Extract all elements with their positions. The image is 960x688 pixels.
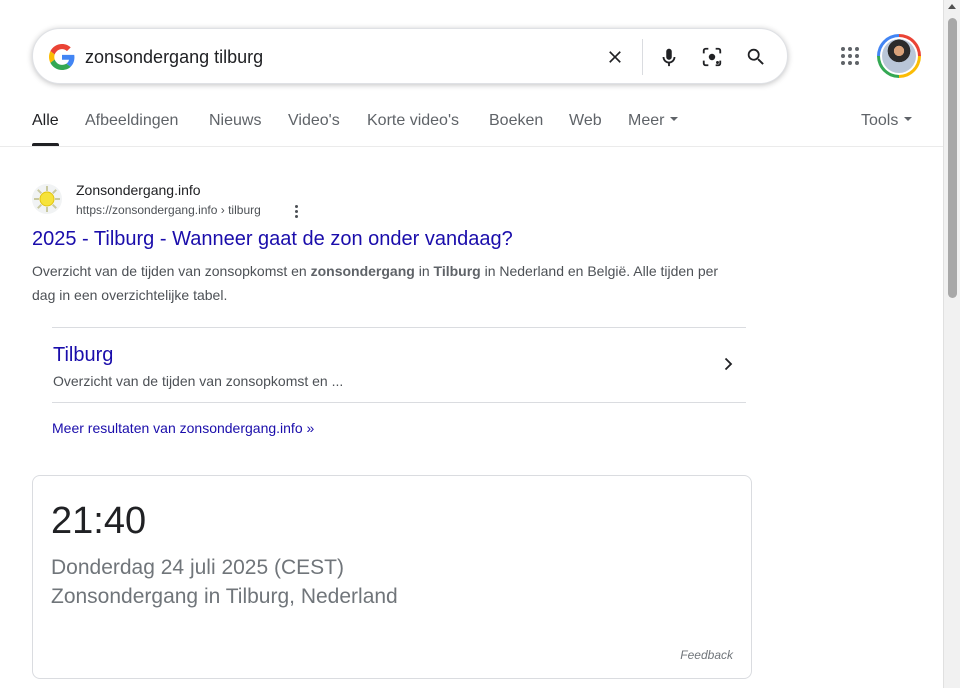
tab-videos[interactable]: Video's <box>288 112 340 130</box>
tab-afbeeldingen[interactable]: Afbeeldingen <box>85 112 178 130</box>
snippet-text: Overzicht van de tijden van zonsopkomst … <box>32 263 311 279</box>
sunset-date: Donderdag 24 juli 2025 (CEST) <box>51 556 344 579</box>
sunset-place: Zonsondergang in Tilburg, Nederland <box>51 585 398 608</box>
sitelink-tilburg[interactable]: Tilburg Overzicht van de tijden van zons… <box>52 327 746 403</box>
tab-nieuws[interactable]: Nieuws <box>209 112 261 130</box>
caret-down-icon <box>904 116 913 121</box>
result-snippet: Overzicht van de tijden van zonsopkomst … <box>32 259 732 307</box>
search-box[interactable] <box>32 28 788 84</box>
site-favicon[interactable] <box>32 184 62 214</box>
scrollbar[interactable] <box>943 0 960 688</box>
active-tab-indicator <box>32 143 59 146</box>
lens-icon[interactable] <box>698 43 726 71</box>
sun-icon <box>34 186 60 212</box>
snippet-highlight: Tilburg <box>433 263 481 279</box>
search-tabs: Alle Afbeeldingen Nieuws Video's Korte v… <box>0 100 943 147</box>
result-site-name[interactable]: Zonsondergang.info <box>76 182 201 198</box>
scroll-thumb[interactable] <box>948 18 957 298</box>
sunset-answer-card: 21:40 Donderdag 24 juli 2025 (CEST) Zons… <box>32 475 752 679</box>
google-g-icon <box>49 44 75 70</box>
clear-icon[interactable] <box>601 43 629 71</box>
tab-korte-videos[interactable]: Korte video's <box>367 112 459 130</box>
apps-grid-icon[interactable] <box>836 42 864 70</box>
search-divider <box>642 39 643 75</box>
caret-down-icon <box>670 116 679 121</box>
avatar-ring <box>880 37 918 75</box>
tools-label: Tools <box>861 112 899 129</box>
more-results-link[interactable]: Meer resultaten van zonsondergang.info » <box>52 420 314 436</box>
sitelink-description: Overzicht van de tijden van zonsopkomst … <box>53 373 344 389</box>
tab-boeken[interactable]: Boeken <box>489 112 543 130</box>
more-options-icon[interactable] <box>288 202 304 220</box>
snippet-highlight: zonsondergang <box>310 263 415 279</box>
scroll-up-icon[interactable] <box>948 4 956 9</box>
tab-meer[interactable]: Meer <box>628 112 679 130</box>
sitelink-title: Tilburg <box>53 344 114 366</box>
search-icon[interactable] <box>742 43 770 71</box>
result-site-url[interactable]: https://zonsondergang.info › tilburg <box>76 203 261 217</box>
microphone-icon[interactable] <box>655 43 683 71</box>
tools-button[interactable]: Tools <box>861 112 913 130</box>
feedback-link[interactable]: Feedback <box>680 648 733 662</box>
tab-meer-label: Meer <box>628 112 665 129</box>
avatar-photo <box>882 39 916 73</box>
chevron-right-icon <box>724 357 733 371</box>
search-input[interactable] <box>85 43 585 71</box>
result-title-link[interactable]: 2025 - Tilburg - Wanneer gaat de zon ond… <box>32 228 513 251</box>
snippet-text: in <box>414 263 434 279</box>
tab-alle[interactable]: Alle <box>32 112 59 130</box>
tab-web[interactable]: Web <box>569 112 602 130</box>
sunset-time: 21:40 <box>51 500 147 542</box>
avatar[interactable] <box>877 34 921 78</box>
